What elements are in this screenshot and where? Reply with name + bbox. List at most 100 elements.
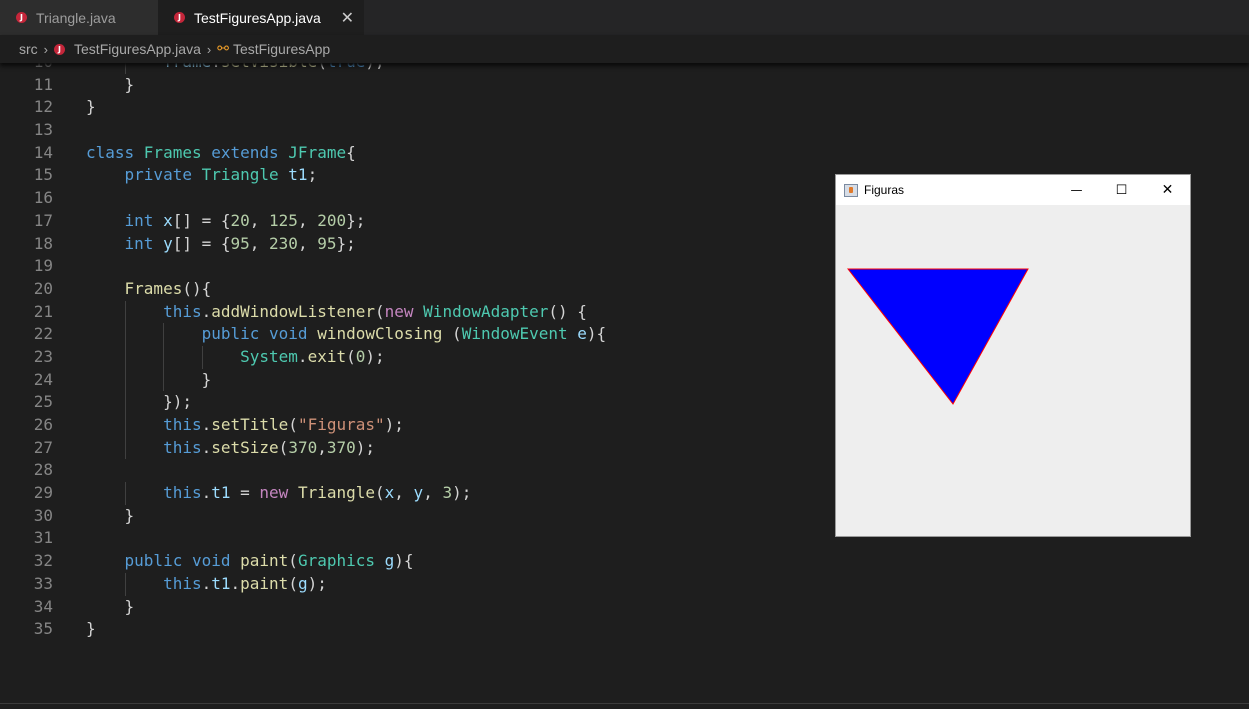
- code-token: ,: [394, 483, 414, 503]
- code-token: WindowAdapter: [423, 301, 549, 321]
- code-token: extends: [211, 142, 289, 162]
- tab-bar: J Triangle.java J TestFiguresApp.java ✕: [0, 0, 1249, 35]
- code-token: ,: [249, 210, 270, 230]
- java-window[interactable]: Figuras — ☐ ✕: [836, 175, 1190, 536]
- code-token: int: [86, 233, 164, 253]
- code-line[interactable]: 34 }: [0, 596, 1249, 619]
- code-token: addWindowListener: [211, 301, 375, 321]
- breadcrumb: src › J TestFiguresApp.java › ⚯ TestFigu…: [0, 35, 1249, 63]
- code-text: }: [86, 74, 135, 97]
- code-token: };: [336, 233, 356, 253]
- breadcrumb-folder[interactable]: src: [19, 41, 38, 57]
- line-number: 16: [33, 188, 53, 208]
- code-text: }: [86, 596, 135, 619]
- line-number: 11: [33, 74, 53, 94]
- code-token: this: [86, 415, 202, 434]
- code-token: public void: [86, 551, 241, 571]
- breadcrumb-symbol[interactable]: TestFiguresApp: [233, 41, 330, 57]
- breadcrumb-file[interactable]: TestFiguresApp.java: [74, 41, 201, 57]
- line-number: 31: [33, 528, 53, 548]
- indent-guide: [124, 368, 126, 392]
- code-token: {: [346, 142, 356, 162]
- code-token: System: [86, 346, 298, 366]
- code-token: .: [201, 301, 212, 321]
- code-token: .: [201, 483, 212, 503]
- code-line[interactable]: 10 frame.setVisible(true);: [0, 63, 1249, 74]
- indent-guide: [124, 436, 126, 460]
- line-number: 25: [33, 392, 53, 412]
- code-token: (: [317, 63, 327, 71]
- line-number: 29: [33, 483, 53, 503]
- close-button[interactable]: ✕: [1145, 175, 1190, 205]
- code-token: this: [86, 573, 202, 593]
- code-token: y: [413, 483, 424, 503]
- triangle-shape: [846, 268, 1029, 405]
- code-line[interactable]: 35}: [0, 618, 1249, 641]
- code-token: );: [365, 346, 385, 366]
- code-token: [] = {: [172, 233, 231, 253]
- code-token: .: [201, 415, 212, 434]
- code-line[interactable]: 13: [0, 119, 1249, 142]
- code-token: (){: [182, 278, 212, 298]
- indent-guide: [201, 345, 203, 369]
- code-token: t1: [211, 573, 231, 593]
- java-window-title: Figuras: [864, 183, 905, 197]
- code-token: true: [327, 63, 366, 71]
- code-line[interactable]: 32 public void paint(Graphics g){: [0, 550, 1249, 573]
- code-token: (: [288, 415, 298, 434]
- close-icon[interactable]: ✕: [341, 8, 354, 28]
- code-token: (: [375, 301, 385, 321]
- code-token: JFrame: [288, 142, 347, 162]
- code-text: this.setSize(370,370);: [86, 437, 375, 460]
- code-token: paint: [240, 573, 289, 593]
- code-token: ,: [423, 483, 443, 503]
- indent-guide: [163, 368, 165, 392]
- code-token: 3: [442, 483, 453, 503]
- code-token: Triangle: [297, 483, 375, 503]
- code-token: Triangle: [201, 165, 289, 185]
- code-token: setVisible: [221, 63, 317, 71]
- code-line[interactable]: 33 this.t1.paint(g);: [0, 572, 1249, 596]
- line-number: 12: [33, 97, 53, 117]
- indent-guide: [124, 391, 126, 414]
- code-token: (: [452, 324, 462, 344]
- code-token: g: [384, 551, 395, 571]
- java-canvas: [846, 268, 1029, 405]
- code-token: }: [86, 619, 96, 639]
- code-token: int: [86, 210, 164, 230]
- code-token: exit: [307, 346, 347, 366]
- java-file-icon: J: [174, 12, 185, 23]
- code-line[interactable]: 14 class Frames extends JFrame{: [0, 142, 1249, 165]
- code-token: ){: [586, 324, 607, 344]
- code-token: x: [163, 210, 173, 230]
- maximize-button[interactable]: ☐: [1099, 175, 1144, 205]
- code-token: }: [86, 369, 212, 389]
- code-text: public void paint(Graphics g){: [86, 550, 414, 573]
- java-app-icon: [844, 183, 858, 197]
- java-window-titlebar[interactable]: Figuras — ☐ ✕: [836, 175, 1190, 205]
- code-token: Frames: [143, 142, 212, 162]
- code-text: this.addWindowListener(new WindowAdapter…: [86, 301, 587, 324]
- code-token: t1: [288, 165, 308, 185]
- code-token: Frames: [86, 278, 183, 298]
- code-text: });: [86, 391, 192, 414]
- code-text: }: [86, 505, 135, 528]
- code-token: Graphics: [297, 551, 385, 571]
- indent-guide: [124, 572, 126, 596]
- code-token: ;: [307, 165, 318, 185]
- minimize-button[interactable]: —: [1054, 175, 1099, 205]
- line-number: 18: [33, 233, 53, 253]
- line-number: 26: [33, 415, 53, 434]
- code-token: "Figuras": [297, 415, 385, 434]
- tab-testfiguresapp-java[interactable]: J TestFiguresApp.java ✕: [158, 0, 364, 35]
- code-token: .: [211, 63, 221, 71]
- code-token: new: [384, 301, 424, 321]
- code-token: };: [346, 210, 366, 230]
- code-line[interactable]: 12}: [0, 96, 1249, 119]
- line-number: 24: [33, 369, 53, 389]
- line-number: 21: [33, 301, 53, 321]
- tab-triangle-java[interactable]: J Triangle.java: [0, 0, 158, 35]
- code-text: class Frames extends JFrame{: [86, 142, 356, 165]
- code-token: }: [86, 596, 135, 616]
- code-line[interactable]: 11 }: [0, 74, 1249, 97]
